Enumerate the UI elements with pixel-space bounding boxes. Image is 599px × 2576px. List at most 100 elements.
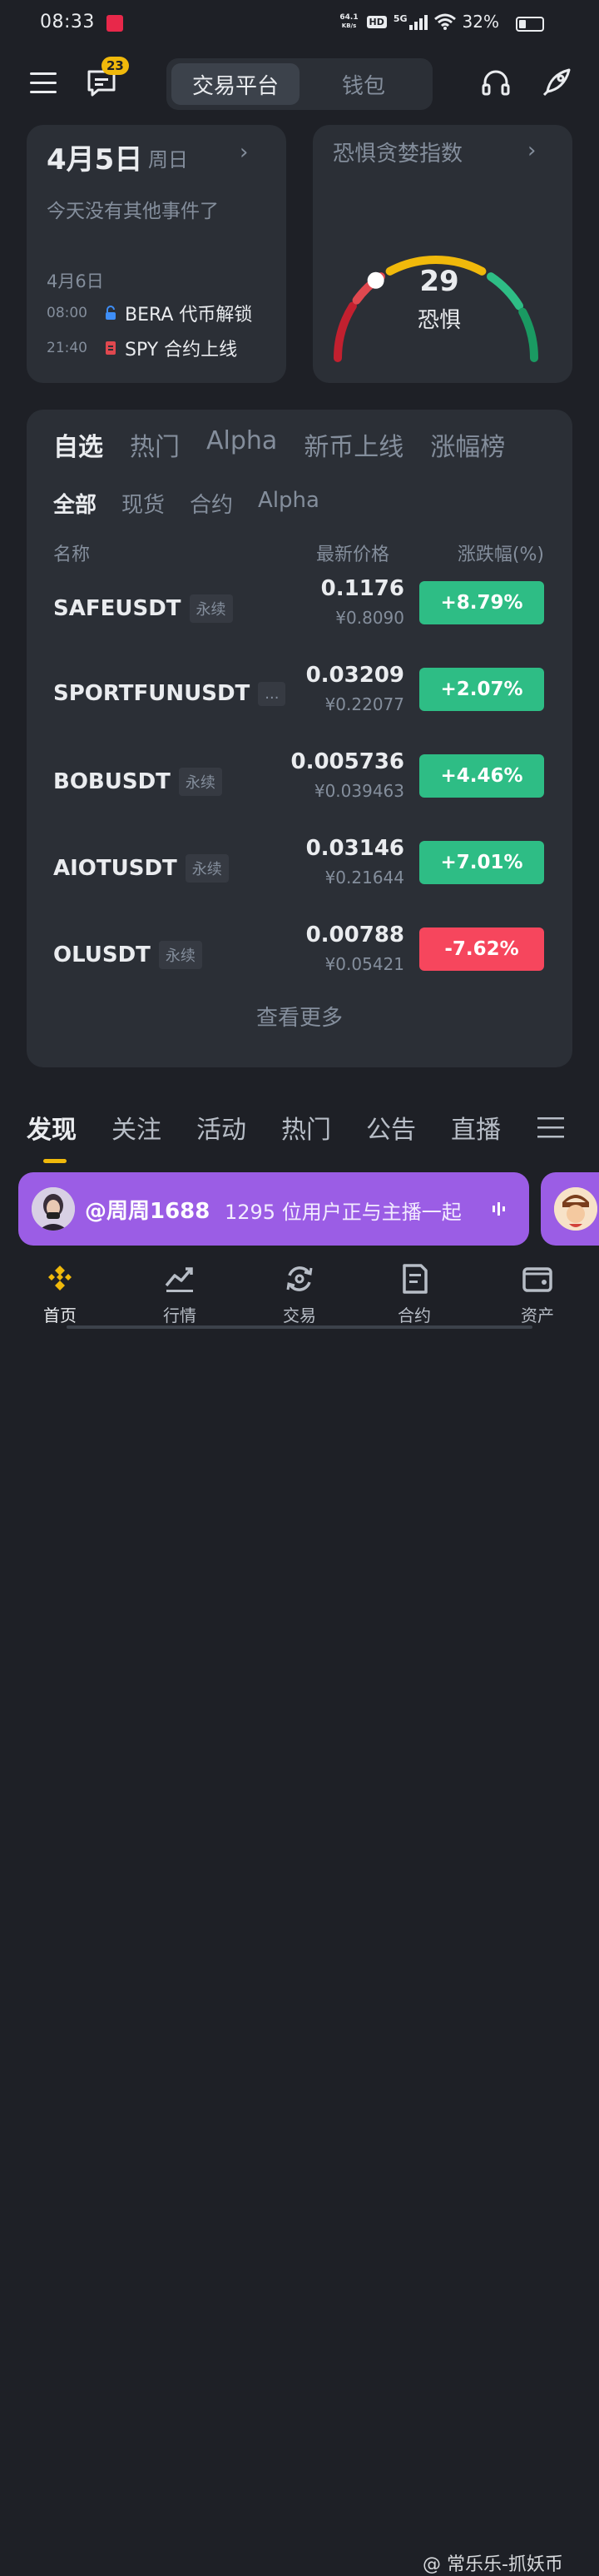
message-count-badge: 23 [101,57,129,75]
live-stream-banner[interactable]: @周周1688 1295 位用户正与主播一起 [18,1172,529,1246]
battery-text: 32% [462,12,499,32]
live-audio-icon [493,1202,505,1216]
tab-top-gainers[interactable]: 涨幅榜 [430,426,505,463]
event-text: BERA 代币解锁 [125,305,253,326]
fear-greed-card[interactable]: 恐惧贪婪指数 › 29 恐惧 [313,125,572,383]
feed-tab-hot[interactable]: 热门 [281,1109,331,1146]
change-badge[interactable]: +7.01% [419,841,544,884]
symbol: BOBUSDT [53,769,171,794]
contract-tag: 永续 [158,941,202,969]
lock-icon [103,305,118,321]
nav-home[interactable]: 首页 [18,1262,101,1326]
table-row[interactable]: AIOTUSDT 永续 0.03146 ¥0.21644 +7.01% [53,836,544,911]
feed-tab-following[interactable]: 关注 [111,1109,161,1146]
chevron-right-icon[interactable]: › [527,138,536,163]
change-badge[interactable]: -7.62% [419,927,544,971]
price-cny: ¥0.21644 [324,868,404,888]
status-indicators: 64.1 KB/s HD 5G 32% [339,12,499,32]
table-row[interactable]: SAFEUSDT 永续 0.1176 ¥0.8090 +8.79% [53,576,544,651]
net-speed-unit: KB/s [341,22,357,29]
view-more-link[interactable]: 查看更多 [27,1001,572,1032]
fear-greed-label: 恐惧 [417,308,461,333]
trade-icon [286,1266,313,1291]
change-badge[interactable]: +8.79% [419,581,544,624]
table-row[interactable]: BOBUSDT 永续 0.005736 ¥0.039463 +4.46% [53,749,544,824]
header-price[interactable]: 最新价格 [316,540,389,566]
bottom-nav: 首页 行情 交易 合约 资产 @ 常乐乐-抓妖币 [0,1256,599,2575]
watermark-text: @ 常乐乐-抓妖币 [423,2554,563,2575]
status-time: 08:33 [40,12,95,32]
event-text: SPY 合约上线 [125,340,238,361]
header-name: 名称 [53,545,91,565]
event-time: 08:00 [47,305,87,321]
notification-app-icon [106,15,123,32]
event-row[interactable]: 21:40 SPY 合约上线 [47,335,237,361]
nav-label: 合约 [398,1305,431,1325]
net-speed-value: 64.1 [339,13,359,22]
symbol: AIOTUSDT [53,856,177,881]
avatar [32,1187,75,1231]
market-card: 自选 热门 Alpha 新币上线 涨幅榜 全部 现货 合约 Alpha 名称 最… [27,410,572,1067]
contract-tag: 永续 [189,594,233,623]
rocket-icon[interactable] [541,67,572,98]
tab-new-listing[interactable]: 新币上线 [304,426,403,463]
avatar [554,1187,597,1231]
event-time: 21:40 [47,340,87,356]
feed-tab-events[interactable]: 活动 [196,1109,246,1146]
fear-greed-title: 恐惧贪婪指数 [333,142,463,167]
nav-markets[interactable]: 行情 [138,1262,221,1326]
price-cny: ¥0.05421 [324,954,404,974]
top-nav: 23 交易平台 钱包 [0,52,599,117]
tab-alpha[interactable]: Alpha [206,426,277,463]
futures-icon [403,1264,428,1294]
last-price: 0.1176 [320,576,404,601]
symbol: SAFEUSDT [53,596,181,621]
change-badge[interactable]: +4.46% [419,754,544,798]
last-price: 0.00788 [305,922,404,947]
market-sub-tabs: 全部 现货 合约 Alpha [53,488,344,519]
live-stream-banner-next[interactable] [541,1172,599,1246]
nav-assets[interactable]: 资产 [496,1262,579,1326]
tab-hot[interactable]: 热门 [130,426,180,463]
nav-label: 行情 [163,1305,196,1325]
status-bar: 08:33 64.1 KB/s HD 5G 32% [0,0,599,48]
feed-tab-live[interactable]: 直播 [451,1109,501,1146]
tab-wallet[interactable]: 钱包 [300,63,428,105]
more-menu-icon[interactable] [537,1116,564,1139]
hd-badge: HD [366,15,387,28]
live-host-name: @周周1688 [85,1199,210,1224]
change-badge[interactable]: +2.07% [419,668,544,711]
live-viewers-text: 1295 位用户正与主播一起 [225,1201,462,1224]
last-price: 0.03209 [305,663,404,688]
tab-watchlist[interactable]: 自选 [53,426,103,463]
subtab-spot[interactable]: 现货 [121,488,165,519]
nav-label: 资产 [521,1305,554,1325]
home-indicator [67,1325,532,1329]
document-icon [103,340,118,356]
menu-icon[interactable] [30,72,57,95]
fear-greed-value: 29 [419,265,459,298]
tab-trading-platform[interactable]: 交易平台 [171,63,300,105]
signal-icon: 5G [394,13,428,30]
feed-tab-discover[interactable]: 发现 [27,1109,77,1146]
event-row[interactable]: 08:00 BERA 代币解锁 [47,300,252,326]
subtab-futures[interactable]: 合约 [190,488,233,519]
price-cny: ¥0.22077 [324,694,404,714]
headset-icon[interactable] [481,68,511,98]
calendar-card[interactable]: 4月5日 周日 › 今天没有其他事件了 4月6日 08:00 BERA 代币解锁… [27,125,286,383]
header-change[interactable]: 涨跌幅(%) [458,540,544,566]
table-row[interactable]: SPORTFUNUSDT... 0.03209 ¥0.22077 +2.07% [53,663,544,738]
contract-tag: 永续 [178,768,222,796]
subtab-all[interactable]: 全部 [53,488,97,519]
nav-futures[interactable]: 合约 [373,1262,456,1326]
wifi-icon [433,13,456,30]
nav-trade[interactable]: 交易 [258,1262,341,1326]
chevron-right-icon[interactable]: › [240,140,248,165]
price-cny: ¥0.8090 [335,608,404,628]
platform-switch: 交易平台 钱包 [166,58,433,110]
feed-tab-announcements[interactable]: 公告 [366,1109,416,1146]
subtab-alpha[interactable]: Alpha [258,488,319,519]
nav-label: 首页 [43,1305,77,1325]
feed-tabs: 发现 关注 活动 热门 公告 直播 [27,1109,576,1163]
table-row[interactable]: OLUSDT 永续 0.00788 ¥0.05421 -7.62% [53,922,544,997]
